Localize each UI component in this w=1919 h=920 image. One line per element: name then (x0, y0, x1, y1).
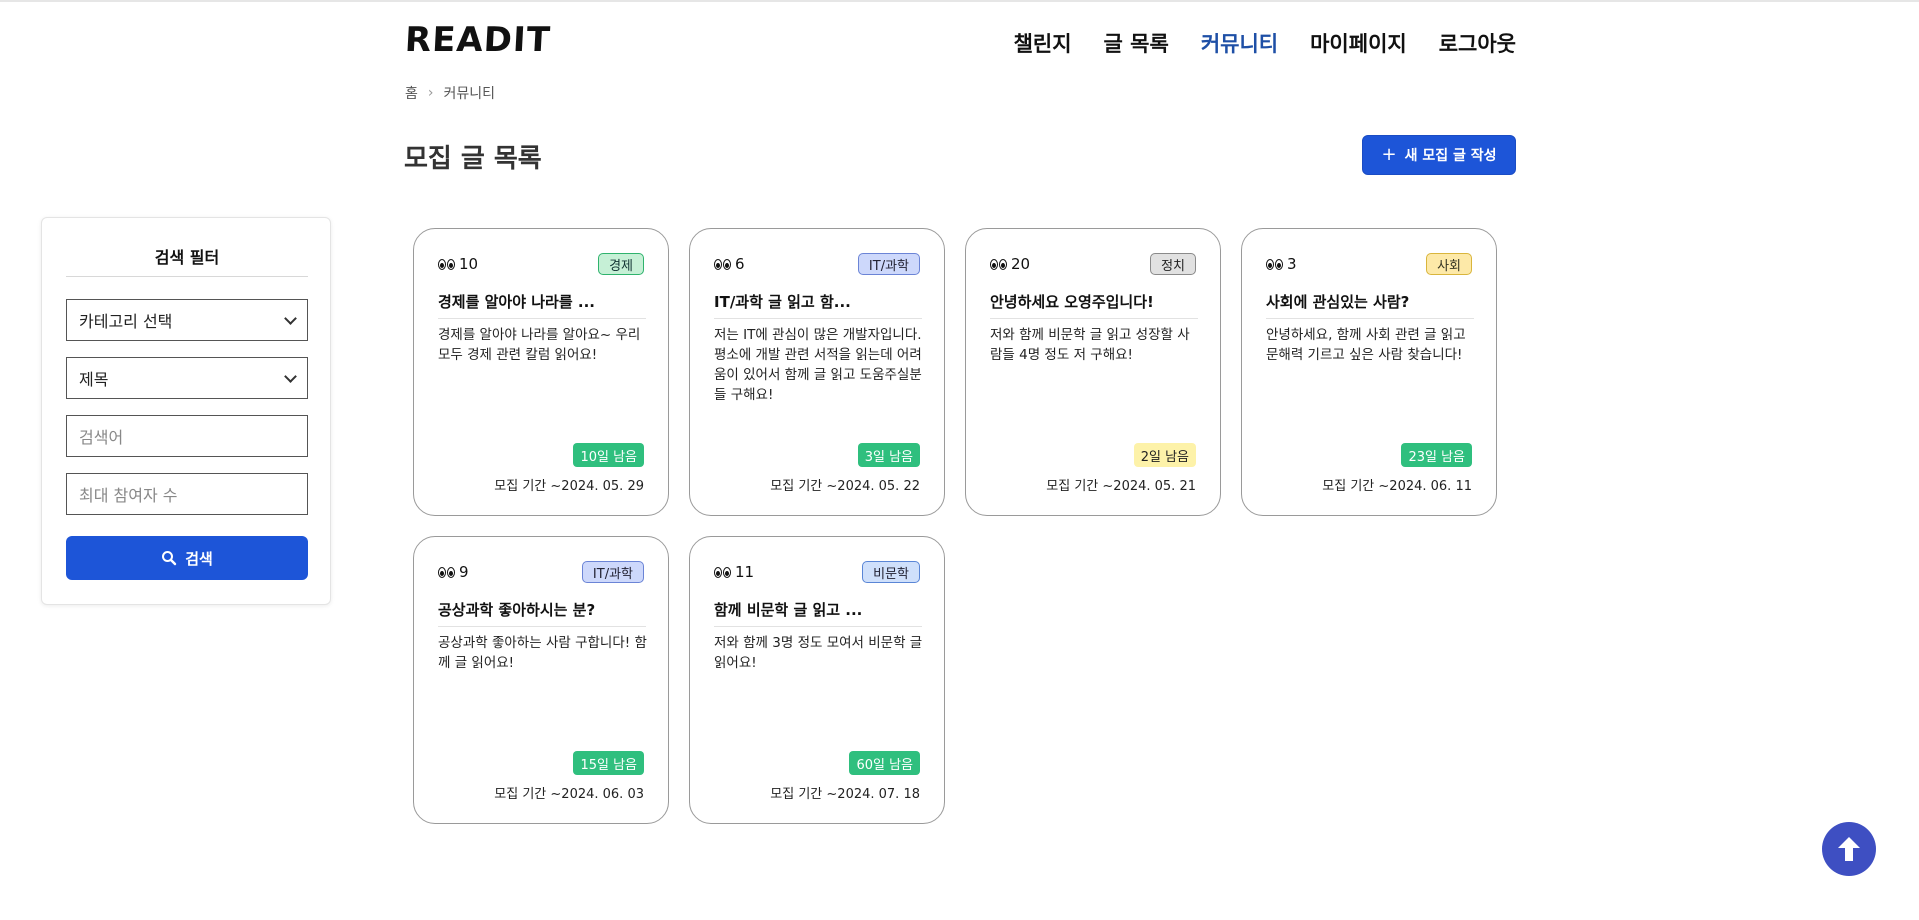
eyes-icon (438, 566, 455, 578)
search-field-select[interactable]: 제목 (66, 357, 308, 399)
view-count: 9 (438, 563, 469, 581)
max-participants-placeholder: 최대 참여자 수 (79, 486, 178, 505)
main-nav: 챌린지 글 목록 커뮤니티 마이페이지 로그아웃 (1014, 28, 1516, 58)
new-post-button-label: 새 모집 글 작성 (1404, 148, 1497, 164)
nav-community[interactable]: 커뮤니티 (1201, 28, 1278, 58)
recruit-card[interactable]: 6 IT/과학 IT/과학 글 읽고 함... 저는 IT에 관심이 많은 개발… (689, 228, 945, 516)
view-count: 10 (438, 255, 478, 273)
card-title: 사회에 관심있는 사람? (1266, 291, 1474, 319)
view-count-value: 3 (1287, 255, 1297, 273)
breadcrumb-community: 커뮤니티 (443, 86, 496, 102)
recruit-period: 모집 기간 ~2024. 05. 22 (770, 479, 920, 494)
view-count: 20 (990, 255, 1030, 273)
category-badge: 경제 (598, 253, 644, 275)
card-description: 안녕하세요, 함께 사회 관련 글 읽고 문해력 기르고 싶은 사람 찾습니다! (1266, 327, 1466, 363)
breadcrumb-home[interactable]: 홈 (405, 83, 418, 103)
view-count-value: 6 (735, 255, 745, 273)
eyes-icon (990, 258, 1007, 270)
eyes-icon (1266, 258, 1283, 270)
keyword-input[interactable]: 검색어 (66, 415, 308, 457)
remaining-badge: 23일 남음 (1401, 443, 1472, 467)
view-count: 11 (714, 563, 754, 581)
card-title: 안녕하세요 오영주입니다! (990, 291, 1198, 319)
scroll-to-top-button[interactable] (1822, 822, 1876, 876)
recruit-period: 모집 기간 ~2024. 07. 18 (770, 787, 920, 802)
recruit-card[interactable]: 11 비문학 함께 비문학 글 읽고 ... 저와 함께 3명 정도 모여서 비… (689, 536, 945, 824)
search-button[interactable]: 검색 (66, 536, 308, 580)
remaining-badge: 10일 남음 (573, 443, 644, 467)
new-post-button[interactable]: + 새 모집 글 작성 (1362, 135, 1516, 175)
nav-mypage[interactable]: 마이페이지 (1310, 28, 1407, 58)
eyes-icon (714, 258, 731, 270)
plus-icon: + (1381, 144, 1397, 165)
card-description: 공상과학 좋아하는 사람 구합니다! 함께 글 읽어요! (438, 635, 647, 671)
category-badge: 정치 (1150, 253, 1196, 275)
search-filter-panel: 검색 필터 카테고리 선택 제목 검색어 최대 참여자 수 검색 (41, 217, 331, 605)
recruit-card[interactable]: 20 정치 안녕하세요 오영주입니다! 저와 함께 비문학 글 읽고 성장할 사… (965, 228, 1221, 516)
recruit-period: 모집 기간 ~2024. 06. 03 (494, 787, 644, 802)
arrow-up-icon (1838, 837, 1860, 861)
card-title: IT/과학 글 읽고 함... (714, 291, 922, 319)
card-title: 경제를 알아야 나라를 ... (438, 291, 646, 319)
view-count: 3 (1266, 255, 1297, 273)
card-description: 저와 함께 3명 정도 모여서 비문학 글 읽어요! (714, 635, 923, 671)
search-field-select-value: 제목 (79, 370, 109, 389)
search-icon (162, 551, 177, 566)
category-badge: 비문학 (862, 561, 920, 583)
view-count-value: 10 (459, 255, 479, 273)
search-button-label: 검색 (185, 549, 213, 568)
card-description: 저는 IT에 관심이 많은 개발자입니다. 평소에 개발 관련 서적을 읽는데 … (714, 327, 922, 403)
chevron-down-icon (284, 311, 297, 325)
view-count-value: 11 (735, 563, 755, 581)
category-badge: IT/과학 (581, 561, 644, 583)
category-select[interactable]: 카테고리 선택 (66, 299, 308, 341)
nav-challenge[interactable]: 챌린지 (1014, 28, 1072, 58)
category-select-value: 카테고리 선택 (79, 312, 173, 331)
nav-post-list[interactable]: 글 목록 (1104, 28, 1169, 58)
view-count-value: 9 (459, 563, 469, 581)
card-title: 함께 비문학 글 읽고 ... (714, 599, 922, 627)
eyes-icon (438, 258, 455, 270)
keyword-input-placeholder: 검색어 (79, 428, 124, 447)
remaining-badge: 60일 남음 (849, 751, 920, 775)
max-participants-input[interactable]: 최대 참여자 수 (66, 473, 308, 515)
remaining-badge: 2일 남음 (1133, 443, 1196, 467)
logo[interactable]: READIT (404, 20, 552, 60)
breadcrumb: 홈 › 커뮤니티 (405, 83, 495, 103)
card-description: 경제를 알아야 나라를 알아요~ 우리 모두 경제 관련 칼럼 읽어요! (438, 327, 641, 363)
remaining-badge: 3일 남음 (857, 443, 920, 467)
recruit-card[interactable]: 3 사회 사회에 관심있는 사람? 안녕하세요, 함께 사회 관련 글 읽고 문… (1241, 228, 1497, 516)
eyes-icon (714, 566, 731, 578)
filter-title: 검색 필터 (66, 244, 308, 277)
remaining-badge: 15일 남음 (573, 751, 644, 775)
view-count: 6 (714, 255, 745, 273)
top-border (0, 0, 1919, 2)
card-title: 공상과학 좋아하시는 분? (438, 599, 646, 627)
category-badge: 사회 (1426, 253, 1472, 275)
chevron-down-icon (284, 369, 297, 383)
recruit-card[interactable]: 10 경제 경제를 알아야 나라를 ... 경제를 알아야 나라를 알아요~ 우… (413, 228, 669, 516)
recruit-card[interactable]: 9 IT/과학 공상과학 좋아하시는 분? 공상과학 좋아하는 사람 구합니다!… (413, 536, 669, 824)
page-title: 모집 글 목록 (404, 144, 542, 174)
chevron-right-icon: › (427, 85, 434, 101)
recruit-period: 모집 기간 ~2024. 05. 21 (1046, 479, 1196, 494)
card-description: 저와 함께 비문학 글 읽고 성장할 사람들 4명 정도 저 구해요! (990, 327, 1190, 363)
view-count-value: 20 (1011, 255, 1031, 273)
recruit-period: 모집 기간 ~2024. 05. 29 (494, 479, 644, 494)
category-badge: IT/과학 (857, 253, 920, 275)
nav-logout[interactable]: 로그아웃 (1439, 28, 1516, 58)
recruit-period: 모집 기간 ~2024. 06. 11 (1322, 479, 1472, 494)
